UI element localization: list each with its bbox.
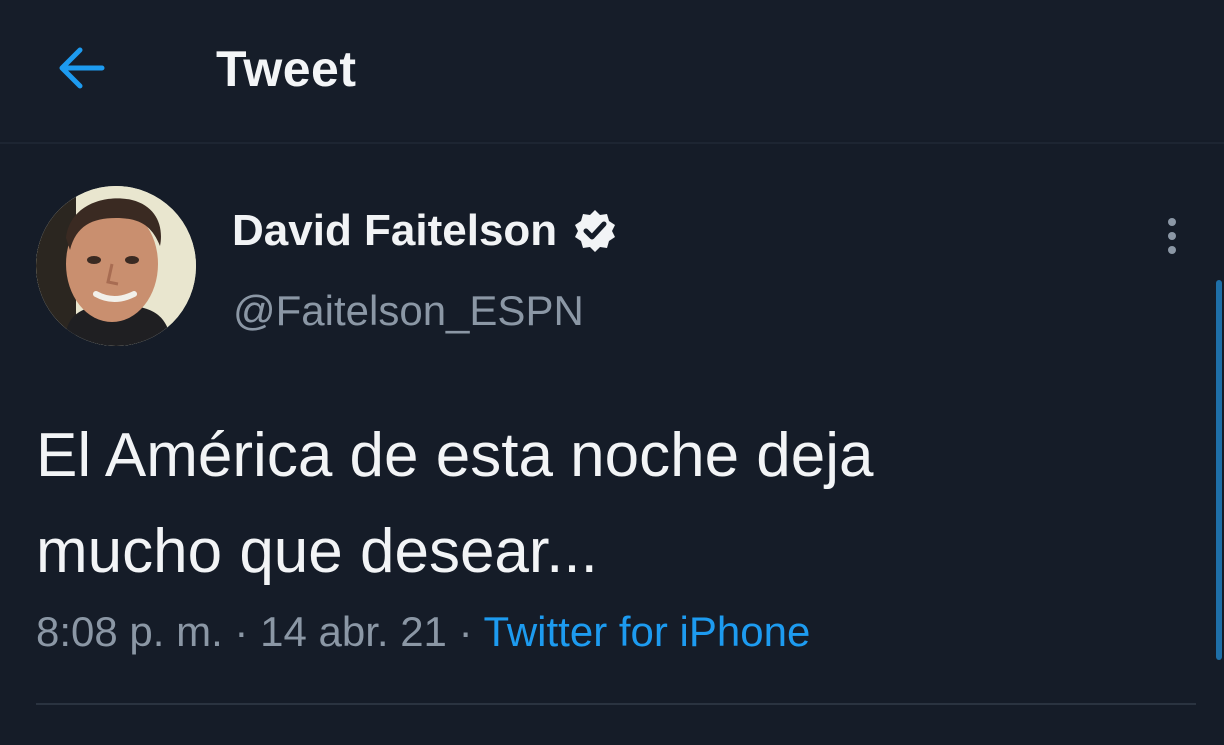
arrow-left-icon — [59, 47, 105, 89]
header-divider — [0, 142, 1224, 144]
tweet-time: 8:08 p. m. — [36, 608, 223, 655]
tweet-screen: Tweet David Faitelson @Faitelson_ESPN El… — [0, 0, 1224, 745]
author-handle[interactable]: @Faitelson_ESPN — [233, 287, 584, 335]
author-avatar[interactable] — [36, 186, 196, 346]
top-app-bar: Tweet — [0, 0, 1224, 140]
tweet-metadata: 8:08 p. m. · 14 abr. 21 · Twitter for iP… — [36, 608, 810, 656]
more-options-button[interactable] — [1152, 208, 1192, 264]
tweet-body-text: El América de esta noche deja mucho que … — [36, 421, 874, 586]
scroll-indicator[interactable] — [1216, 280, 1222, 660]
more-vertical-icon — [1168, 218, 1176, 254]
meta-separator: · — [222, 608, 261, 655]
author-display-name[interactable]: David Faitelson — [232, 206, 557, 256]
author-name-row: David Faitelson — [232, 206, 619, 256]
avatar-photo — [36, 186, 196, 346]
verified-badge-icon — [575, 210, 616, 252]
tweet-date: 14 abr. 21 — [260, 608, 447, 655]
page-title: Tweet — [216, 41, 357, 97]
back-button[interactable] — [52, 42, 108, 94]
content-divider — [36, 703, 1196, 705]
meta-separator: · — [446, 608, 484, 655]
tweet-source-link[interactable]: Twitter for iPhone — [484, 608, 811, 655]
